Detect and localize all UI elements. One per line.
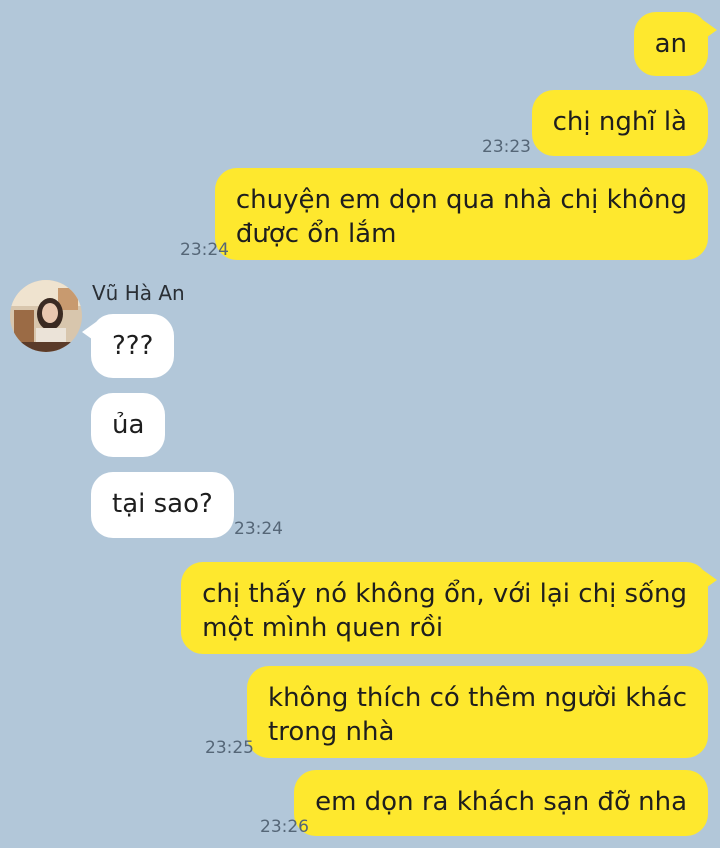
- sender-name: Vũ Hà An: [92, 281, 185, 305]
- chat-area: an chị nghĩ là 23:23 chuyện em dọn qua n…: [0, 0, 720, 848]
- message-bubble-outgoing[interactable]: chị nghĩ là: [531, 90, 708, 156]
- message-timestamp: 23:23: [482, 137, 531, 157]
- message-bubble-incoming[interactable]: tại sao?: [91, 472, 234, 538]
- message-bubble-outgoing[interactable]: an: [633, 12, 718, 76]
- message-timestamp: 23:24: [234, 519, 283, 539]
- message-bubble-outgoing[interactable]: chuyện em dọn qua nhà chị không được ổn …: [214, 168, 708, 260]
- message-bubble-outgoing[interactable]: chị thấy nó không ổn, với lại chị sống m…: [181, 562, 717, 654]
- avatar[interactable]: [10, 280, 82, 352]
- message-timestamp: 23:26: [260, 817, 309, 837]
- message-bubble-outgoing[interactable]: không thích có thêm người khác trong nhà: [247, 666, 708, 758]
- message-bubble-incoming[interactable]: ủa: [91, 393, 166, 457]
- message-timestamp: 23:24: [180, 240, 229, 260]
- message-bubble-incoming[interactable]: ???: [81, 314, 175, 378]
- message-timestamp: 23:25: [205, 738, 254, 758]
- message-bubble-outgoing[interactable]: em dọn ra khách sạn đỡ nha: [294, 770, 708, 836]
- avatar-image: [10, 280, 82, 352]
